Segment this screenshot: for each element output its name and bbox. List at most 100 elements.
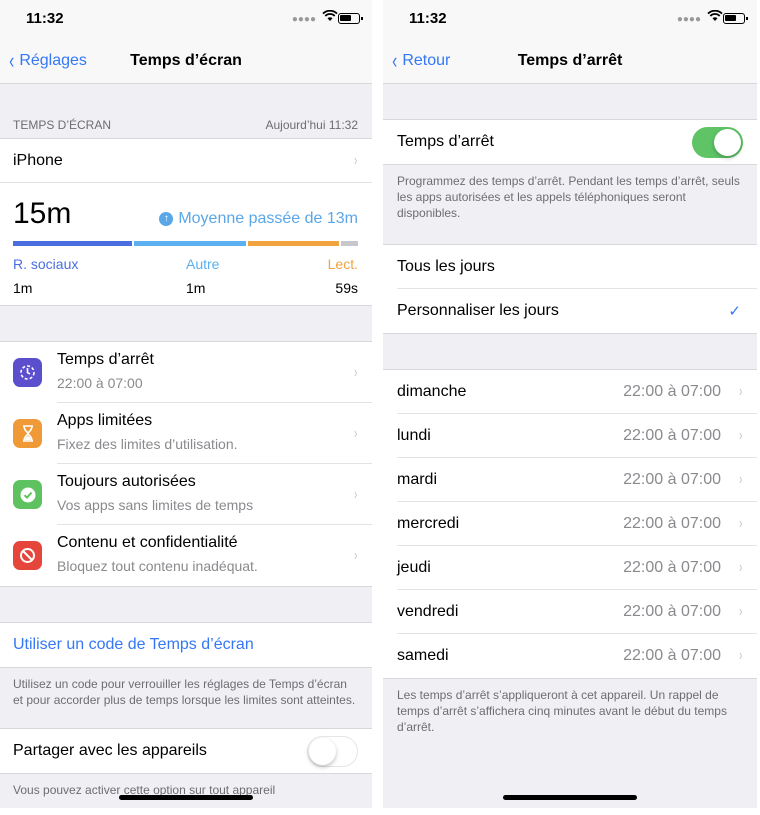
chevron-right-icon: › [738,647,742,664]
feature-subtitle: Bloquez tout contenu inadéquat. [57,558,258,574]
feature-row-downtime[interactable]: Temps d’arrêt 22:00 à 07:00 › [0,342,372,403]
share-devices-row: Partager avec les appareils [0,729,372,773]
usage-bar-segment [133,241,246,246]
day-time: 22:00 à 07:00 [623,383,721,400]
downtime-icon [13,358,42,387]
day-label: dimanche [397,383,467,400]
day-label: samedi [397,647,449,664]
option-custom-days[interactable]: Personnaliser les jours ✓ [383,289,757,333]
page-title: Temps d’écran [130,52,242,69]
section-header: TEMPS D’ÉCRAN Aujourd’hui 11:32 [0,84,372,138]
chevron-right-icon: › [353,424,357,442]
status-bar: 11:32 ●●●● [0,0,372,40]
status-bar: 11:32 ●●●● [383,0,757,40]
day-row-sunday[interactable]: dimanche 22:00 à 07:00 › [383,370,757,414]
arrow-up-circle-icon: ↑ [159,212,174,226]
category-value-other: 1m [186,280,206,296]
feature-subtitle: Fixez des limites d’utilisation. [57,436,238,452]
day-row-thursday[interactable]: jeudi 22:00 à 07:00 › [383,546,757,590]
signal-icon: ●●●● [676,14,701,25]
usage-bar-segment [341,241,359,246]
option-label: Personnaliser les jours [397,302,559,319]
downtime-row: Temps d’arrêt [383,120,757,164]
status-time: 11:32 [409,10,447,27]
day-label: vendredi [397,603,459,620]
day-time: 22:00 à 07:00 [623,603,721,620]
status-time: 11:32 [26,10,64,27]
device-label: iPhone [13,151,63,169]
navigation-bar: ‹ Réglages Temps d’écran [0,40,372,84]
usage-bar [13,241,359,246]
feature-title: Apps limitées [57,412,153,429]
hourglass-icon [13,419,42,448]
day-label: mercredi [397,515,460,532]
signal-icon: ●●●● [291,14,316,25]
wifi-icon [322,9,338,25]
downtime-label: Temps d’arrêt [397,133,494,150]
day-time: 22:00 à 07:00 [623,647,721,664]
restricted-icon [13,541,42,570]
chevron-right-icon: › [738,383,742,400]
usage-summary[interactable]: 15m ↑ Moyenne passée de 13m R. sociaux 1… [0,183,372,305]
passcode-group: Utiliser un code de Temps d’écran [0,622,372,668]
use-passcode-link[interactable]: Utiliser un code de Temps d’écran [0,623,372,667]
feature-title: Contenu et confidentialité [57,534,238,551]
usage-bar-segment [13,241,132,246]
page-title: Temps d’arrêt [517,52,623,69]
feature-subtitle: Vos apps sans limites de temps [57,497,254,513]
category-label-social: R. sociaux [13,256,79,272]
feature-row-content-privacy[interactable]: Contenu et confidentialité Bloquez tout … [0,525,372,586]
day-row-wednesday[interactable]: mercredi 22:00 à 07:00 › [383,502,757,546]
device-row[interactable]: iPhone › [0,139,372,183]
checkmark-icon: ✓ [728,303,741,320]
day-row-tuesday[interactable]: mardi 22:00 à 07:00 › [383,458,757,502]
section-timestamp: Aujourd’hui 11:32 [265,118,358,132]
chevron-right-icon: › [738,515,742,532]
feature-title: Toujours autorisées [57,473,196,490]
section-label: TEMPS D’ÉCRAN [13,118,112,132]
day-time: 22:00 à 07:00 [623,471,721,488]
battery-icon [723,13,748,24]
features-group: Temps d’arrêt 22:00 à 07:00 › Apps limit… [0,341,372,587]
chevron-right-icon: › [738,603,742,620]
chevron-right-icon: › [738,559,742,576]
day-row-friday[interactable]: vendredi 22:00 à 07:00 › [383,590,757,634]
day-label: lundi [397,427,431,444]
feature-subtitle: 22:00 à 07:00 [57,375,143,391]
toggle-knob [309,737,336,765]
option-every-day[interactable]: Tous les jours [383,245,757,289]
share-devices-label: Partager avec les appareils [13,742,207,759]
feature-row-always-allowed[interactable]: Toujours autorisées Vos apps sans limite… [0,464,372,525]
toggle-knob [714,128,741,156]
battery-icon [338,13,363,24]
downtime-footer-note: Les temps d’arrêt s’appliqueront à cet a… [397,688,727,734]
day-label: mardi [397,471,438,488]
screen-time-screen: 11:32 ●●●● ‹ Réglages Temps d’écran TEMP… [0,0,372,808]
feature-title: Temps d’arrêt [57,351,154,368]
downtime-toggle-group: Temps d’arrêt [383,119,757,165]
schedule-group: Tous les jours Personnaliser les jours ✓ [383,244,757,334]
usage-average: ↑ Moyenne passée de 13m [159,210,358,228]
category-label-other: Autre [186,256,220,272]
days-group: dimanche 22:00 à 07:00 › lundi 22:00 à 0… [383,369,757,679]
downtime-toggle[interactable] [692,126,743,158]
day-row-monday[interactable]: lundi 22:00 à 07:00 › [383,414,757,458]
day-label: jeudi [397,559,431,576]
option-label: Tous les jours [397,258,495,275]
category-label-reading: Lect. [327,256,358,272]
chevron-right-icon: › [738,427,742,444]
chevron-right-icon: › [353,546,357,564]
passcode-note: Utilisez un code pour verrouiller les ré… [13,677,356,707]
downtime-note: Programmez des temps d’arrêt. Pendant le… [397,174,740,220]
usage-group: iPhone › 15m ↑ Moyenne passée de 13m R. … [0,138,372,306]
share-group: Partager avec les appareils [0,728,372,774]
feature-row-app-limits[interactable]: Apps limitées Fixez des limites d’utilis… [0,403,372,464]
downtime-screen: 11:32 ●●●● ‹ Retour Temps d’arrêt Temps … [383,0,757,808]
home-indicator [119,795,253,800]
usage-average-label: Moyenne passée de 13m [178,210,358,227]
chevron-right-icon: › [353,485,357,503]
share-devices-toggle[interactable] [307,735,358,767]
day-time: 22:00 à 07:00 [623,427,721,444]
day-row-saturday[interactable]: samedi 22:00 à 07:00 › [383,634,757,678]
chevron-right-icon: › [353,363,357,381]
